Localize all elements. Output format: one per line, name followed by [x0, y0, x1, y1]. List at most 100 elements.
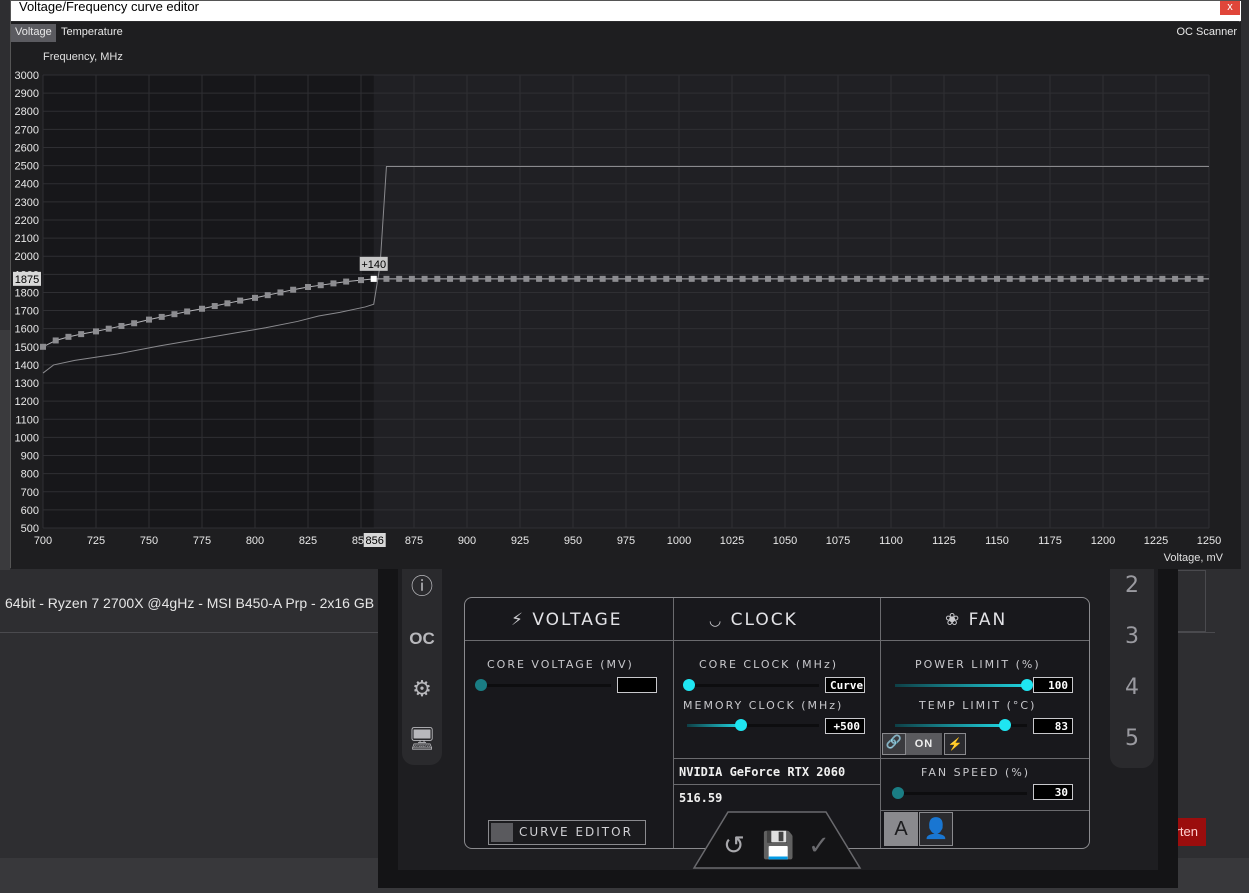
curve-point: [158, 313, 165, 320]
x-tick-label: 1250: [1197, 535, 1221, 547]
y-tick-label: 2400: [15, 179, 39, 191]
curve-editor-button[interactable]: CURVE EDITOR: [488, 820, 646, 845]
curve-point: [65, 333, 72, 340]
monitor-icon[interactable]: 🖥: [406, 723, 438, 755]
curve-point: [252, 294, 258, 301]
profile-4-button[interactable]: 4: [1110, 675, 1154, 700]
curve-point: [1184, 275, 1191, 282]
info-icon[interactable]: ⓘ: [406, 571, 438, 603]
user-icon[interactable]: 👤: [919, 812, 953, 846]
curve-point: [1108, 275, 1115, 282]
link-toggle[interactable]: ON: [906, 733, 942, 755]
profile-toolbar: 2 3 4 5: [1110, 565, 1154, 768]
core-voltage-label: CORE VOLTAGE (MV): [487, 658, 634, 671]
profile-2-button[interactable]: 2: [1110, 573, 1154, 598]
core-clock-value[interactable]: Curve: [825, 677, 865, 693]
core-voltage-track[interactable]: [481, 684, 611, 687]
power-limit-value[interactable]: 100: [1033, 677, 1073, 693]
gear-icon[interactable]: ⚙: [406, 673, 438, 705]
x-tick-label: 1000: [667, 535, 691, 547]
curve-point: [968, 275, 975, 282]
profile-5-button[interactable]: 5: [1110, 726, 1154, 751]
curve-point: [663, 275, 670, 282]
fan-speed-slider[interactable]: [892, 787, 904, 799]
fan-speed-label: FAN SPEED (%): [921, 766, 1031, 779]
y-tick-label: 600: [21, 505, 39, 517]
curve-point: [828, 275, 835, 282]
fan-auto-button[interactable]: A: [884, 812, 918, 846]
x-tick-label: 1025: [720, 535, 744, 547]
core-clock-slider[interactable]: [683, 679, 695, 691]
memory-clock-slider[interactable]: [735, 719, 747, 731]
y-tick-label: 1300: [15, 378, 39, 390]
x-tick-label: 775: [193, 535, 211, 547]
temp-limit-slider[interactable]: [999, 719, 1011, 731]
save-icon[interactable]: 💾: [762, 830, 794, 860]
curve-point: [277, 289, 284, 296]
profile-3-button[interactable]: 3: [1110, 624, 1154, 649]
y-tick-label: 1100: [15, 414, 39, 426]
x-tick-label: 1150: [985, 535, 1009, 547]
core-clock-track[interactable]: [687, 684, 819, 687]
power-limit-label: POWER LIMIT (%): [915, 658, 1041, 671]
curve-point: [701, 275, 708, 282]
vf-curve-chart[interactable]: 500 600 700 800 900 1000 1100 1200 1300 1400 1500 1…: [11, 1, 1241, 569]
curve-point: [561, 275, 568, 282]
temp-limit-fill: [895, 724, 1005, 727]
x-tick-label: 1075: [826, 535, 850, 547]
x-tick-label: 800: [246, 535, 264, 547]
curve-point: [536, 275, 543, 282]
x-tick-label: 900: [458, 535, 476, 547]
x-tick-label: 825: [299, 535, 317, 547]
power-limit-slider[interactable]: [1021, 679, 1033, 691]
x-tick-label: 1175: [1038, 535, 1062, 547]
forum-signature: 64bit - Ryzen 7 2700X @4gHz - MSI B450-A…: [5, 595, 375, 611]
x-tick-label: 1225: [1144, 535, 1168, 547]
curve-point: [765, 275, 772, 282]
x-tick-label: 925: [511, 535, 529, 547]
divider: [673, 758, 1089, 759]
link-icon[interactable]: 🔗: [882, 733, 906, 755]
core-voltage-slider[interactable]: [475, 679, 487, 691]
curve-point: [1083, 275, 1090, 282]
y-tick-label: 2700: [15, 124, 39, 136]
y-tick-label: 3000: [15, 70, 39, 82]
curve-point: [637, 275, 644, 282]
lightning-icon[interactable]: ⚡: [944, 733, 966, 755]
y-tick-label: 2100: [15, 233, 39, 245]
curve-point: [434, 275, 441, 282]
curve-point: [290, 286, 297, 293]
bar-chart-icon: [491, 823, 513, 842]
curve-point: [305, 284, 311, 291]
fan-speed-value[interactable]: 30: [1033, 784, 1073, 800]
curve-point: [264, 292, 271, 299]
curve-point: [625, 275, 632, 282]
oc-scanner-icon[interactable]: OC: [406, 623, 438, 655]
reset-icon[interactable]: ↺: [719, 830, 749, 860]
memory-clock-value[interactable]: +500: [825, 718, 865, 734]
curve-point: [790, 275, 797, 282]
y-tick-label: 1000: [15, 432, 39, 444]
curve-point: [358, 277, 364, 284]
curve-point: [408, 275, 415, 282]
y-tick-label: 2200: [15, 215, 39, 227]
curve-point: [726, 275, 733, 282]
curve-point: [943, 275, 950, 282]
curve-point: [472, 275, 479, 282]
y-tick-label: 900: [21, 451, 39, 463]
fan-speed-track[interactable]: [903, 792, 1027, 795]
curve-point: [854, 275, 861, 282]
clock-section-title: ◡ CLOCK: [709, 610, 798, 630]
limit-link-control: 🔗 ON ⚡: [882, 733, 966, 755]
curve-point: [752, 275, 759, 282]
x-tick-label: 875: [405, 535, 423, 547]
x-tick-label: 1200: [1091, 535, 1115, 547]
apply-icon[interactable]: ✓: [804, 830, 834, 860]
curve-point: [904, 275, 911, 282]
speedometer-icon: ◡: [709, 613, 724, 629]
selected-curve-point: [370, 275, 377, 282]
core-voltage-value[interactable]: [617, 677, 657, 693]
memory-clock-track[interactable]: [739, 724, 819, 727]
selected-frequency-label: 1875: [15, 274, 39, 286]
temp-limit-value[interactable]: 83: [1033, 718, 1073, 734]
